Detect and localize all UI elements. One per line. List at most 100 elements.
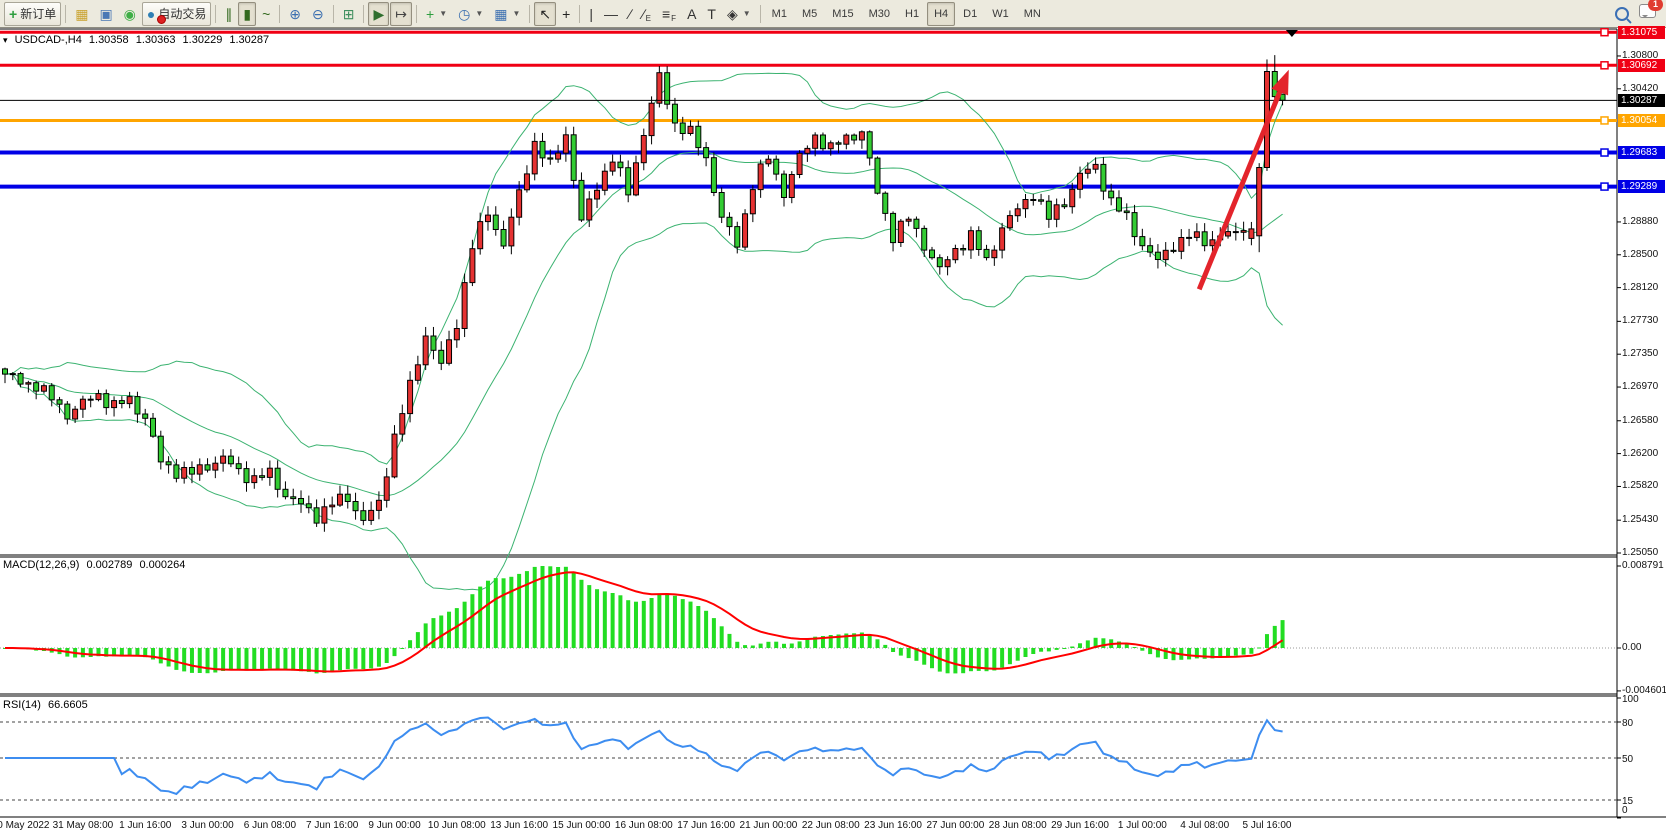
text-button[interactable]: A [682, 2, 701, 26]
timeframe-mn[interactable]: MN [1017, 2, 1048, 26]
timeframe-m30[interactable]: M30 [862, 2, 897, 26]
candle [1140, 237, 1145, 246]
candle [135, 397, 140, 414]
add-indicator-button[interactable]: +▼ [421, 2, 452, 26]
new-order-button[interactable]: +新订单 [4, 2, 61, 26]
macd-bar [907, 648, 911, 658]
text-label-button[interactable]: T [702, 2, 721, 26]
zoom-out-icon: ⊖ [312, 7, 324, 21]
candle [1132, 213, 1137, 237]
candle [205, 465, 210, 470]
macd-bar [665, 594, 669, 648]
chart-shift-button[interactable]: ↦ [390, 2, 412, 26]
timeframe-w1[interactable]: W1 [985, 2, 1016, 26]
candle [672, 104, 677, 123]
candle [306, 504, 311, 508]
candle [189, 468, 194, 475]
market-watch-button[interactable]: ▦ [70, 2, 93, 26]
notifications-button[interactable]: 1 [1639, 4, 1656, 23]
macd-bar [486, 581, 490, 648]
candlestick-chart-type-button[interactable]: ▮ [238, 2, 256, 26]
equidistant-channel-button[interactable]: ∕E [637, 2, 656, 26]
macd-bar [408, 640, 412, 648]
macd-bar [1031, 648, 1035, 654]
chevron-down-icon: ▼ [475, 9, 483, 18]
timeframe-d1[interactable]: D1 [956, 2, 984, 26]
macd-bar [650, 598, 654, 648]
ohlc-high: 1.30363 [136, 34, 176, 46]
candle [891, 213, 896, 242]
candle [961, 249, 966, 250]
auto-scroll-icon: ▶ [373, 7, 384, 21]
candle [485, 215, 490, 222]
auto-scroll-button[interactable]: ▶ [368, 2, 389, 26]
timeframe-h1[interactable]: H1 [898, 2, 926, 26]
macd-bar [735, 642, 739, 648]
macd-bar [291, 648, 295, 671]
toolbar-right: 1 [1615, 4, 1662, 23]
chart-canvas[interactable] [0, 28, 1666, 836]
navigator-button[interactable]: ◉ [119, 2, 141, 26]
macd-bar [283, 648, 287, 670]
candle [976, 231, 981, 250]
period-button[interactable]: ◷▼ [453, 2, 488, 26]
candle [524, 174, 529, 190]
candle [3, 369, 8, 374]
tile-windows-button[interactable]: ⊞ [338, 2, 360, 26]
candle [26, 383, 31, 384]
macd-bar [517, 574, 521, 648]
timeframe-m5[interactable]: M5 [795, 2, 824, 26]
price-badge-support-line: 1.29683 [1618, 146, 1665, 159]
candle [49, 386, 54, 400]
time-axis-label: 1 Jul 00:00 [1118, 820, 1167, 831]
candle [610, 162, 615, 171]
time-axis-label: 6 Jun 08:00 [244, 820, 296, 831]
price-tick-label: 1.25050 [1622, 547, 1658, 558]
vertical-line-button[interactable]: | [584, 2, 598, 26]
candle [462, 283, 467, 329]
time-axis-label: 22 Jun 08:00 [802, 820, 860, 831]
macd-bar [315, 648, 319, 673]
candle [719, 193, 724, 218]
candle [735, 227, 740, 248]
candle [906, 219, 911, 221]
macd-bar [1016, 648, 1020, 661]
line-handle [1601, 62, 1608, 69]
line-handle [1601, 149, 1608, 156]
candle [34, 383, 39, 391]
chart-window[interactable]: ▾ USDCAD-,H4 1.30358 1.30363 1.30229 1.3… [0, 28, 1666, 836]
timeframe-m15[interactable]: M15 [825, 2, 860, 26]
toolbar-separator [360, 4, 367, 24]
timeframe-m1[interactable]: M1 [765, 2, 794, 26]
trendline-button[interactable]: ∕ [624, 2, 636, 26]
timeframe-h4[interactable]: H4 [927, 2, 955, 26]
cursor-button[interactable]: ↖ [534, 2, 556, 26]
chevron-down-icon: ▼ [743, 9, 751, 18]
template-button[interactable]: ▦▼ [489, 2, 525, 26]
candle [151, 418, 156, 436]
time-axis-label: 7 Jun 16:00 [306, 820, 358, 831]
fibonacci-button[interactable]: ≡F [657, 2, 681, 26]
candle [548, 158, 553, 159]
bar-chart-type-button[interactable]: ∥ [220, 2, 237, 26]
macd-bar [369, 648, 373, 668]
toolbar-separator [526, 4, 533, 24]
crosshair-button[interactable]: + [557, 2, 575, 26]
candle [641, 136, 646, 163]
data-window-button[interactable]: ▣ [94, 2, 117, 26]
horizontal-line-button[interactable]: — [599, 2, 623, 26]
auto-trading-button[interactable]: ●自动交易 [142, 2, 211, 26]
candle [750, 190, 755, 214]
macd-bar [727, 634, 731, 648]
zoom-out-button[interactable]: ⊖ [307, 2, 329, 26]
navigator-icon: ◉ [124, 7, 136, 21]
candle [158, 436, 163, 462]
candle [267, 468, 272, 477]
zoom-in-button[interactable]: ⊕ [284, 2, 306, 26]
search-icon[interactable] [1615, 7, 1629, 21]
candle [96, 394, 101, 400]
arrows-button[interactable]: ◈▼ [722, 2, 756, 26]
candle [174, 465, 179, 478]
line-chart-type-button[interactable]: ~ [257, 2, 275, 26]
macd-bar [696, 606, 700, 648]
